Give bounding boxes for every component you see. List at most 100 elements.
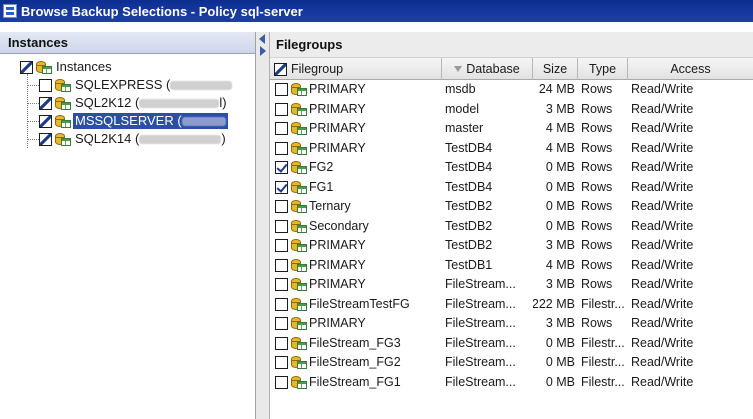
cell-access: Read/Write [631,179,694,194]
cell-access: Read/Write [631,355,694,369]
table-row[interactable]: PRIMARY TestDB2 3 MB Rows Read/Write [270,236,753,256]
column-header-database[interactable]: Database [442,58,533,80]
tree-checkbox[interactable] [39,114,52,128]
table-row[interactable]: FileStream_FG3 FileStream... 0 MB Filestr..… [270,334,753,354]
row-checkbox[interactable] [275,258,288,272]
cell-filegroup: Ternary [270,197,442,217]
table-row[interactable]: FG2 TestDB4 0 MB Rows Read/Write [270,158,753,178]
cell-access: Read/Write [631,160,694,174]
tree-checkbox[interactable] [39,78,52,92]
cell-filegroup: FileStream_FG2 [270,353,442,373]
tree-connector [27,103,39,104]
table-row[interactable]: PRIMARY model 3 MB Rows Read/Write [270,100,753,120]
filegroup-icon [290,199,307,214]
cell-type: Rows [581,316,613,330]
cell-filegroup: PRIMARY [270,236,442,256]
cell-size: 4 MB [545,257,575,272]
cell-database: TestDB4 [445,160,493,174]
cell-access: Read/Write [631,140,694,155]
tree-node-sqlexpress[interactable]: SQLEXPRESS ( [39,76,234,94]
row-checkbox[interactable] [275,200,288,214]
row-checkbox[interactable] [275,102,288,116]
table-row[interactable]: FileStream_FG2 FileStream... 0 MB Filestr..… [270,353,753,373]
row-checkbox[interactable] [275,141,288,155]
tree-node-label: SQL2K14 () [75,131,226,146]
cell-size: 222 MB [533,296,575,311]
table-row[interactable]: PRIMARY msdb 24 MB Rows Read/Write [270,80,753,100]
tree-node-label: SQLEXPRESS ( [73,77,234,93]
select-all-checkbox[interactable] [274,62,287,76]
row-checkbox[interactable] [275,375,288,389]
table-row[interactable]: FileStream_FG1 FileStream... 0 MB Filestr..… [270,373,753,393]
cell-filegroup: PRIMARY [270,80,442,100]
row-checkbox[interactable] [275,180,288,194]
cell-database: FileStream... [445,316,516,330]
cell-access: Read/Write [631,374,694,389]
cell-type: Rows [581,277,613,291]
cell-size: 4 MB [545,121,575,135]
sql-instance-icon [54,132,71,147]
collapse-left-icon[interactable] [259,34,265,44]
cell-type: Filestr... [581,355,625,369]
tree-node-sql2k12[interactable]: SQL2K12 (l) [39,94,229,112]
column-header-size[interactable]: Size [533,58,578,80]
table-row[interactable]: PRIMARY master 4 MB Rows Read/Write [270,119,753,139]
table-row[interactable]: Secondary TestDB2 0 MB Rows Read/Write [270,217,753,237]
row-checkbox[interactable] [275,161,288,175]
expand-right-icon[interactable] [260,46,266,56]
cell-database: FileStream... [445,355,516,369]
row-checkbox[interactable] [275,297,288,311]
tree-node-label: SQL2K12 (l) [75,95,227,110]
panel-splitter[interactable] [256,32,270,419]
row-checkbox[interactable] [275,239,288,253]
tree-checkbox[interactable] [20,60,33,74]
sql-instance-icon [54,114,71,129]
cell-size: 3 MB [545,316,575,330]
table-row[interactable]: PRIMARY FileStream... 3 MB Rows Read/Write [270,275,753,295]
tree-node-sql2k14[interactable]: SQL2K14 () [39,130,228,148]
sql-instance-icon [54,78,71,93]
tree-node-mssqlserver[interactable]: MSSQLSERVER ( [39,112,228,130]
cell-database: master [445,121,484,135]
table-row[interactable]: PRIMARY FileStream... 3 MB Rows Read/Write [270,314,753,334]
column-header-type[interactable]: Type [578,58,628,80]
redacted-hostname [139,135,222,145]
table-row[interactable]: FileStreamTestFG FileStream... 222 MB Files… [270,295,753,315]
tree-connector [27,85,39,86]
row-checkbox[interactable] [275,336,288,350]
cell-access: Read/Write [631,199,694,213]
cell-database: model [445,101,480,116]
tree-connector [27,121,39,122]
cell-access: Read/Write [631,335,694,350]
tree-connector [27,139,39,140]
filegroups-table: Filegroup Database Size Type Access PRIM… [270,58,753,392]
column-header-filegroup[interactable]: Filegroup [270,58,442,80]
row-checkbox[interactable] [275,317,288,331]
table-row[interactable]: PRIMARY TestDB4 4 MB Rows Read/Write [270,139,753,159]
table-row[interactable]: PRIMARY TestDB1 4 MB Rows Read/Write [270,256,753,276]
tree-checkbox[interactable] [39,96,52,110]
cell-size: 0 MB [545,160,575,174]
cell-type: Rows [581,199,613,213]
tree-node-instances-root[interactable]: Instances [20,58,114,76]
cell-database: FileStream... [445,296,516,311]
cell-filegroup: FileStreamTestFG [270,295,442,315]
row-checkbox[interactable] [275,122,288,136]
window-title: Browse Backup Selections - Policy sql-se… [21,3,303,19]
row-checkbox[interactable] [275,356,288,370]
filegroup-icon [290,141,307,156]
table-row[interactable]: Ternary TestDB2 0 MB Rows Read/Write [270,197,753,217]
table-row[interactable]: FG1 TestDB4 0 MB Rows Read/Write [270,178,753,198]
cell-database: TestDB1 [445,257,493,272]
filegroup-icon [290,336,307,351]
row-checkbox[interactable] [275,278,288,292]
row-checkbox[interactable] [275,83,288,97]
cell-size: 3 MB [545,238,575,252]
column-header-access[interactable]: Access [628,58,753,80]
row-checkbox[interactable] [275,219,288,233]
cell-filegroup: PRIMARY [270,100,442,120]
cell-filegroup: FG2 [270,158,442,178]
tree-checkbox[interactable] [39,132,52,146]
cell-access: Read/Write [631,218,694,233]
cell-type: Rows [581,121,613,135]
